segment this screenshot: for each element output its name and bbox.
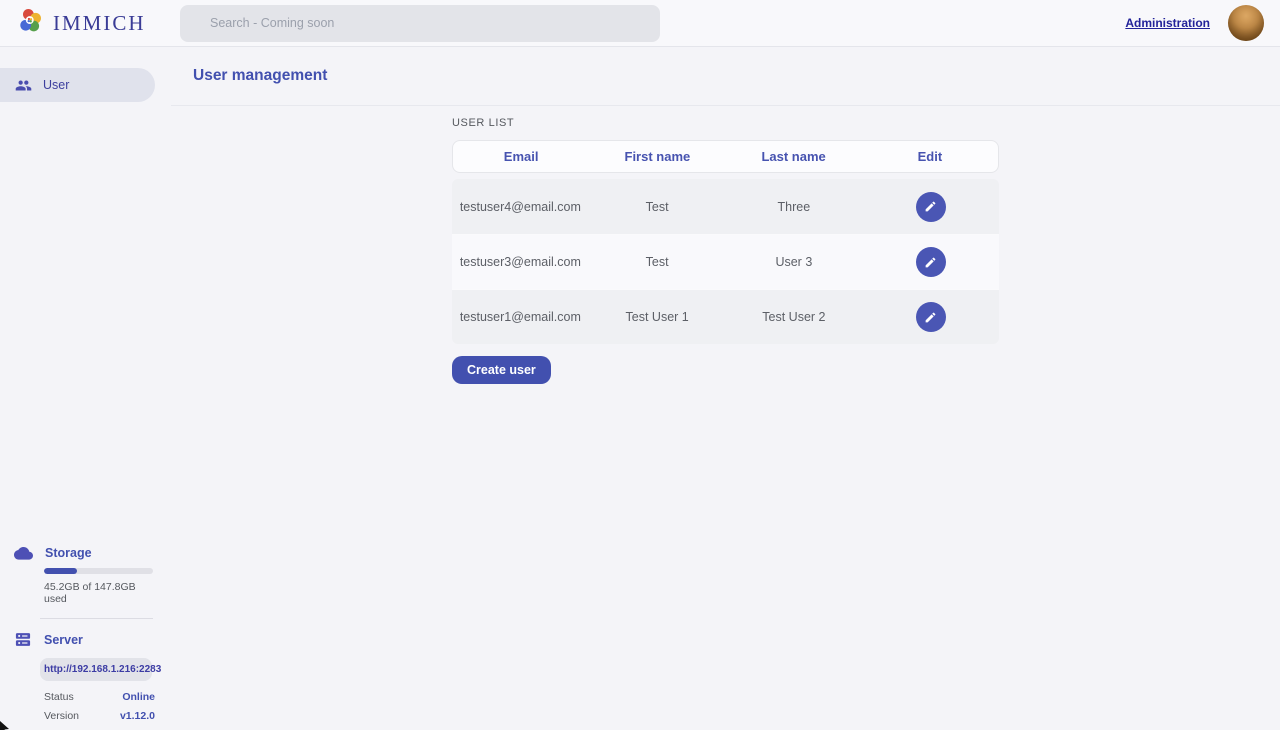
logo-wordmark: IMMICH: [53, 11, 146, 36]
storage-usage-text: 45.2GB of 147.8GB used: [44, 581, 153, 605]
server-title: Server: [44, 633, 83, 647]
page-header: User management: [171, 47, 1280, 106]
storage-title: Storage: [45, 546, 92, 560]
pencil-icon: [924, 200, 937, 213]
user-first-name-cell: Test: [589, 255, 726, 269]
table-row: testuser3@email.com Test User 3: [452, 234, 999, 289]
user-email-cell: testuser4@email.com: [452, 200, 589, 214]
user-avatar[interactable]: [1228, 5, 1264, 41]
users-icon: [15, 77, 32, 94]
storage-progress-fill: [44, 568, 77, 574]
version-label: Version: [44, 710, 79, 722]
column-edit: Edit: [862, 149, 998, 164]
column-first-name: First name: [589, 149, 725, 164]
column-email: Email: [453, 149, 589, 164]
version-value: v1.12.0: [120, 710, 155, 722]
table-row: testuser1@email.com Test User 1 Test Use…: [452, 289, 999, 344]
sidebar-item-user[interactable]: User: [0, 68, 155, 102]
user-email-cell: testuser3@email.com: [452, 255, 589, 269]
sidebar: User Storage 45.2GB of 1: [0, 47, 155, 730]
storage-progress-bar: [44, 568, 153, 574]
column-last-name: Last name: [726, 149, 862, 164]
user-list-panel: USER LIST Email First name Last name Edi…: [452, 106, 999, 384]
edit-user-button[interactable]: [916, 192, 946, 222]
administration-link[interactable]: Administration: [1125, 16, 1210, 30]
user-table-header: Email First name Last name Edit: [452, 140, 999, 173]
status-value: Online: [122, 691, 155, 703]
status-label: Status: [44, 691, 74, 703]
sidebar-item-user-label: User: [43, 78, 69, 92]
user-last-name-cell: Three: [726, 200, 863, 214]
pencil-icon: [924, 311, 937, 324]
cloud-icon: [14, 545, 33, 560]
server-icon: [14, 631, 32, 648]
storage-section: Storage 45.2GB of 147.8GB used: [0, 545, 155, 605]
user-list-label: USER LIST: [452, 117, 999, 129]
server-section: Server http://192.168.1.216:2283 Status …: [0, 631, 155, 722]
immich-admin-app: IMMICH Administration User: [0, 0, 1280, 730]
sidebar-footer: Storage 45.2GB of 147.8GB used: [0, 545, 155, 722]
user-edit-cell: [862, 247, 999, 277]
user-last-name-cell: Test User 2: [726, 310, 863, 324]
user-first-name-cell: Test User 1: [589, 310, 726, 324]
main-content: User management USER LIST Email First na…: [155, 47, 1280, 730]
user-table-rows: testuser4@email.com Test Three: [452, 179, 999, 344]
edit-user-button[interactable]: [916, 302, 946, 332]
sidebar-divider: [40, 618, 153, 619]
create-user-button[interactable]: Create user: [452, 356, 551, 384]
server-version-row: Version v1.12.0: [44, 710, 155, 722]
search-input[interactable]: [180, 5, 660, 42]
user-first-name-cell: Test: [589, 200, 726, 214]
immich-flower-icon: [16, 7, 44, 40]
pencil-icon: [924, 256, 937, 269]
server-status-row: Status Online: [44, 691, 155, 703]
user-edit-cell: [862, 302, 999, 332]
server-url-chip: http://192.168.1.216:2283: [40, 658, 152, 681]
user-edit-cell: [862, 192, 999, 222]
mouse-cursor: [0, 717, 14, 730]
page-title: User management: [193, 67, 327, 85]
edit-user-button[interactable]: [916, 247, 946, 277]
user-email-cell: testuser1@email.com: [452, 310, 589, 324]
user-last-name-cell: User 3: [726, 255, 863, 269]
immich-logo[interactable]: IMMICH: [16, 7, 180, 40]
table-row: testuser4@email.com Test Three: [452, 179, 999, 234]
app-header: IMMICH Administration: [0, 0, 1280, 47]
